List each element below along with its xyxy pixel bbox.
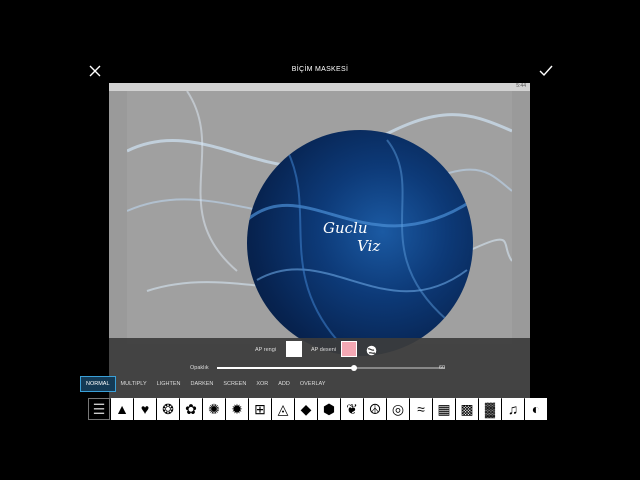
bg-color-swatch[interactable] — [286, 341, 302, 357]
triangle-pattern-icon[interactable]: ◬ — [272, 398, 294, 420]
flower-icon[interactable]: ✿ — [180, 398, 202, 420]
hexagon-icon[interactable]: ⬢ — [318, 398, 340, 420]
opacity-slider-fill — [217, 367, 354, 369]
music-icon[interactable]: ♫ — [502, 398, 524, 420]
bg-pattern-label: AP deseni — [311, 347, 336, 353]
blend-mode-xor[interactable]: XOR — [251, 376, 273, 392]
wave-icon[interactable]: ≈ — [410, 398, 432, 420]
check-icon[interactable] — [537, 62, 555, 80]
opacity-slider-knob[interactable] — [350, 365, 357, 371]
noise-icon[interactable]: ▓ — [479, 398, 501, 420]
peace-icon[interactable]: ☮ — [364, 398, 386, 420]
logo-line-2: Viz — [357, 237, 381, 255]
globe-icon[interactable] — [366, 343, 377, 356]
preview-canvas[interactable]: 5:44 Guclu Viz AP rengi AP deseni Opaklı… — [109, 83, 530, 399]
spiral-icon[interactable]: ⊞ — [249, 398, 271, 420]
logo-line-1: Guclu — [323, 219, 368, 237]
status-time: 5:44 — [516, 83, 526, 89]
rosette-icon[interactable]: ✺ — [203, 398, 225, 420]
heart-icon[interactable]: ♥ — [134, 398, 156, 420]
blend-mode-normal[interactable]: NORMAL — [80, 376, 116, 392]
adjust-icon[interactable]: ☰ — [88, 398, 110, 420]
blend-mode-screen[interactable]: SCREEN — [218, 376, 251, 392]
mandala-icon[interactable]: ❂ — [157, 398, 179, 420]
top-bar: BİÇİM MASKESİ — [0, 58, 640, 86]
diamond-icon[interactable]: ◆ — [295, 398, 317, 420]
partial-circle-icon[interactable]: ◐ — [525, 398, 547, 420]
circles-icon[interactable]: ◎ — [387, 398, 409, 420]
triangle-icon[interactable]: ▲ — [111, 398, 133, 420]
opacity-value: 60 — [439, 365, 446, 371]
blend-mode-multiply[interactable]: MULTIPLY — [116, 376, 152, 392]
opacity-label: Opaklık — [190, 365, 209, 371]
sun-icon[interactable]: ✹ — [226, 398, 248, 420]
dots-icon[interactable]: ▩ — [456, 398, 478, 420]
bg-color-label: AP rengi — [255, 347, 276, 353]
bg-pattern-swatch[interactable] — [341, 341, 357, 357]
mask-shape-strip: ☰ ▲ ♥ ❂ ✿ ✺ ✹ ⊞ ◬ ◆ ⬢ ❦ ☮ ◎ ≈ ▦ ▩ ▓ ♫ ◐ — [88, 398, 547, 422]
logo-text: Guclu Viz — [323, 219, 380, 255]
device-status-bar: 5:44 — [109, 83, 530, 91]
blend-mode-add[interactable]: ADD — [273, 376, 295, 392]
opacity-slider[interactable] — [217, 365, 445, 371]
grid-icon[interactable]: ▦ — [433, 398, 455, 420]
blend-mode-overlay[interactable]: OVERLAY — [295, 376, 331, 392]
blend-mode-bar: NORMAL MULTIPLY LIGHTEN DARKEN SCREEN XOR ADD O… — [80, 376, 330, 392]
blend-mode-darken[interactable]: DARKEN — [185, 376, 218, 392]
double-heart-icon[interactable]: ❦ — [341, 398, 363, 420]
blend-mode-lighten[interactable]: LIGHTEN — [152, 376, 186, 392]
